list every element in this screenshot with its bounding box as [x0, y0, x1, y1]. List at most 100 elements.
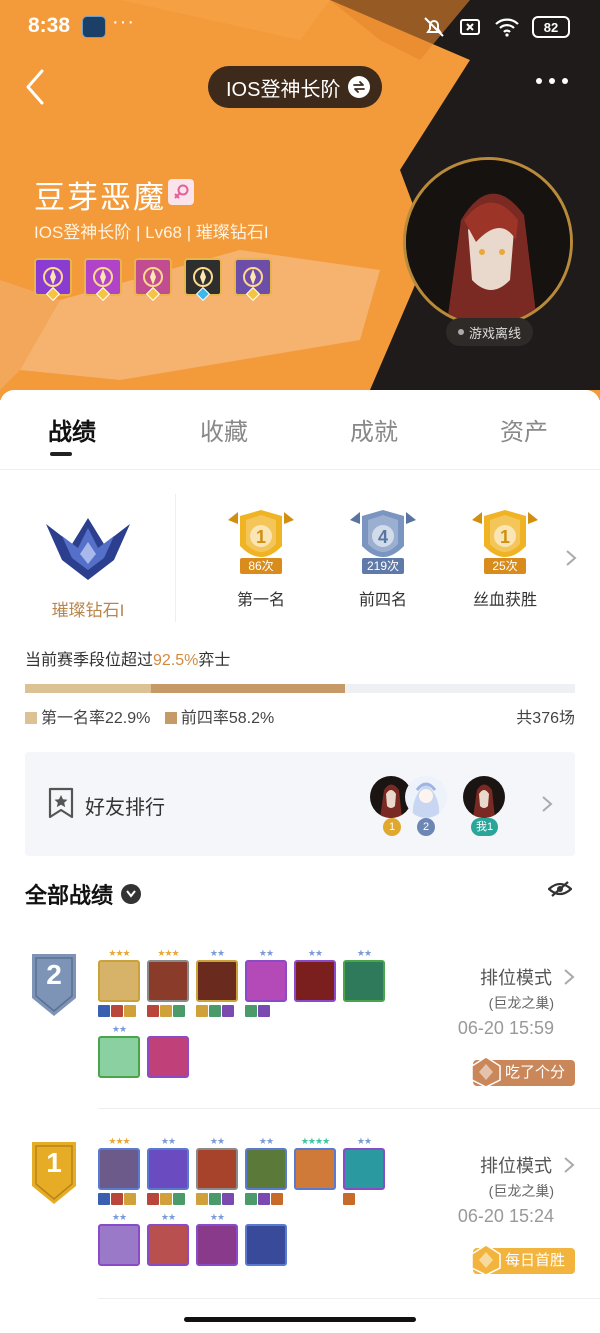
champion-portrait	[196, 1148, 238, 1190]
chevron-down-icon	[121, 884, 142, 904]
champion-portrait	[245, 960, 287, 1002]
champion-unit[interactable]: ★★	[196, 948, 238, 1017]
content-panel: 战绩 收藏 成就 资产 璀璨钻石I 1 86次 第一名 4 219次 前四名 1 25次 丝血获…	[0, 390, 600, 1333]
match-map: (巨龙之巢)	[488, 995, 554, 1011]
tag-emblem-icon	[471, 1244, 501, 1276]
friend-rank-tag: 2	[417, 818, 435, 836]
achievement-badge-icon[interactable]	[184, 258, 222, 302]
tab-records[interactable]: 战绩	[48, 412, 96, 447]
more-options-button[interactable]	[536, 78, 568, 84]
champion-items	[245, 1005, 287, 1017]
placements-chevron-icon[interactable]	[564, 548, 578, 568]
match-divider	[98, 1108, 600, 1109]
match-divider	[98, 1298, 600, 1299]
champion-portrait	[294, 1148, 336, 1190]
total-games: 共376场	[516, 710, 575, 727]
match-placement: 2	[46, 959, 62, 990]
hide-eye-icon[interactable]	[548, 880, 572, 898]
achievement-badge-icon[interactable]	[34, 258, 72, 302]
bookmark-star-icon	[48, 787, 74, 819]
placement-first[interactable]: 1 86次第一名	[206, 510, 316, 610]
champion-unit[interactable]	[245, 1212, 287, 1269]
status-more-icon: ···	[112, 11, 135, 33]
champion-items	[196, 1005, 238, 1017]
champion-unit[interactable]	[147, 1024, 189, 1081]
champion-unit[interactable]: ★★	[294, 948, 336, 1005]
champion-unit[interactable]: ★★	[147, 1212, 189, 1269]
star-level-icon	[245, 1212, 287, 1222]
match-chevron-icon	[564, 969, 575, 985]
female-icon	[168, 179, 194, 205]
tab-bar: 战绩 收藏 成就 资产	[0, 390, 600, 470]
champion-unit[interactable]: ★★	[245, 1136, 287, 1205]
mute-icon	[424, 17, 444, 37]
match-placement: 1	[46, 1147, 62, 1178]
champion-unit[interactable]: ★★★	[98, 948, 140, 1017]
champion-portrait	[98, 960, 140, 1002]
wifi-icon	[495, 18, 519, 37]
champion-unit[interactable]: ★★	[343, 948, 385, 1005]
star-level-icon: ★★★★	[300, 1136, 330, 1146]
season-percentile-prefix: 当前赛季段位超过	[25, 652, 154, 669]
match-time: 06-20 15:24	[457, 1206, 554, 1226]
champion-portrait	[98, 1224, 140, 1266]
swap-icon	[348, 76, 371, 98]
achievement-badge-icon[interactable]	[134, 258, 172, 302]
champion-items	[343, 1193, 385, 1205]
champion-unit[interactable]: ★★★★	[294, 1136, 336, 1193]
placement-number: 1	[256, 527, 266, 547]
placement-close-win[interactable]: 1 25次 丝血获胜	[450, 510, 560, 610]
match-chevron-icon	[564, 1157, 575, 1173]
champion-unit[interactable]: ★★	[343, 1136, 385, 1205]
champion-portrait	[147, 960, 189, 1002]
achievement-badge-icon[interactable]	[84, 258, 122, 302]
achievement-badge-icon[interactable]	[234, 258, 272, 302]
star-level-icon	[147, 1024, 189, 1034]
friend-ranking-card[interactable]: 好友排行 1 2 我1	[25, 752, 575, 856]
back-button[interactable]	[20, 66, 54, 108]
mode-selector[interactable]: IOS登神长阶	[208, 66, 383, 108]
friend-avatar	[405, 776, 447, 818]
rank-summary[interactable]: 璀璨钻石I	[0, 494, 176, 622]
placement-count: 219次	[362, 558, 404, 574]
placement-ribbon-icon: 2	[32, 954, 76, 1016]
match-mode: 排位模式	[480, 968, 552, 988]
champion-items	[147, 1193, 189, 1205]
tab-assets[interactable]: 资产	[500, 412, 548, 447]
champion-unit[interactable]: ★★	[98, 1212, 140, 1269]
all-matches-title: 全部战绩	[25, 883, 114, 908]
champion-unit[interactable]: ★★★	[98, 1136, 140, 1205]
star-level-icon: ★★	[160, 1136, 176, 1146]
champion-unit[interactable]: ★★	[245, 948, 287, 1017]
placement-label: 第一名	[236, 592, 285, 609]
placement-rate-bar	[25, 684, 575, 693]
match-row[interactable]: 1 ★★★ ★★ ★★ ★★ ★★★★ ★★ ★★ ★★ ★★ 排位模式 (巨龙之巢) 06-20 15…	[0, 1126, 600, 1310]
champion-portrait	[147, 1224, 189, 1266]
champion-portrait	[196, 1224, 238, 1266]
player-avatar[interactable]	[403, 157, 573, 327]
champion-unit[interactable]: ★★	[196, 1136, 238, 1205]
champion-unit[interactable]: ★★	[98, 1024, 140, 1081]
player-name: 豆芽恶魔	[34, 180, 166, 215]
active-tab-indicator	[50, 452, 72, 456]
placement-shield-icon: 1 86次	[226, 510, 296, 574]
match-row[interactable]: 2 ★★★ ★★★ ★★ ★★ ★★ ★★ ★★ 排位模式 (巨龙之巢) 06-20 15:59 吃了…	[0, 938, 600, 1122]
champion-unit[interactable]: ★★★	[147, 948, 189, 1017]
season-percentile-value: 92.5%	[153, 652, 199, 669]
home-indicator[interactable]	[184, 1317, 416, 1322]
champion-items	[98, 1193, 140, 1205]
champion-unit[interactable]: ★★	[196, 1212, 238, 1269]
tab-collection[interactable]: 收藏	[200, 412, 248, 447]
first-rate-swatch	[25, 712, 37, 724]
achievement-badges[interactable]	[34, 258, 272, 302]
placement-top4[interactable]: 4 219次 前四名	[328, 510, 438, 610]
top4-rate-label: 前四率58.2%	[180, 710, 275, 727]
champion-portrait	[343, 960, 385, 1002]
match-tag: 每日首胜	[471, 1244, 575, 1276]
all-matches-header[interactable]: 全部战绩	[25, 878, 142, 910]
tab-achievements[interactable]: 成就	[350, 412, 398, 447]
champion-portrait	[245, 1148, 287, 1190]
online-status: 游戏离线	[446, 318, 534, 346]
placement-shield-icon: 1 25次	[470, 510, 540, 574]
champion-unit[interactable]: ★★	[147, 1136, 189, 1205]
